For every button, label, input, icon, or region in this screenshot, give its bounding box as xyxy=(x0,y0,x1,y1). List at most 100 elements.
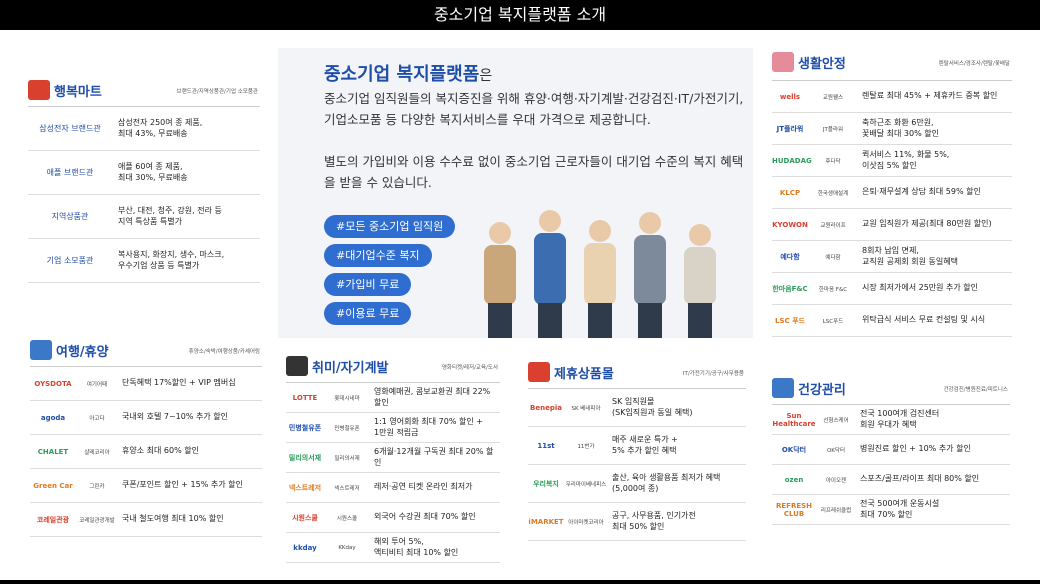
section-subtitle: 브랜드관/지역상품관/기업 소모품관 xyxy=(176,89,258,95)
brand-logo: LSC 푸드 xyxy=(775,316,805,325)
list-item: CHALET 샬레코리아 휴양소 최대 60% 할인 xyxy=(30,435,262,469)
benefit-description: SK 임직원몰 (SK임직원과 동일 혜택) xyxy=(612,396,693,417)
list-item: 한마음F&C 한마음 F&C 시장 최저가에서 25만원 추가 할인 xyxy=(772,273,1012,305)
brand-label: 기업 소모품관 xyxy=(46,256,94,265)
brand-logo: agoda xyxy=(40,413,66,422)
brand-logo: 11st xyxy=(537,441,555,450)
tag-all-employees: #모든 중소기업 임직원 xyxy=(324,215,456,238)
brand-logo: Benepia xyxy=(530,403,562,412)
benefit-description: 공구, 사무용품, 인기가전 최대 50% 할인 xyxy=(612,510,696,531)
brand-logo: wells xyxy=(779,92,801,101)
life-stability-section: 생활안정 렌탈서비스/경조사/렌탈/꽃배달 wells 교원웰스 렌탈료 최대 45… xyxy=(772,52,1012,337)
list-item: 11st 11번가 매주 새로운 특가 + 5% 추가 할인 혜택 xyxy=(528,427,746,465)
brand-description: 부산, 대전, 청주, 강원, 전라 등 지역 특상품 특별가 xyxy=(118,205,222,226)
list-item: 예다함 예다함 8회차 납입 면제, 교직원 공제회 회원 동일혜택 xyxy=(772,241,1012,273)
list-item: 넥스트레저 넥스트레저 레저·공연 티켓 온라인 최저가 xyxy=(286,473,500,503)
brand-logo: JT플라워 xyxy=(776,124,804,133)
benefit-description: 퀵서비스 11%, 화물 5%, 이삿짐 5% 할인 xyxy=(862,149,950,170)
benefit-description: 전국 100여개 검진센터 회원 우대가 혜택 xyxy=(860,408,940,429)
benefit-description: 쿠폰/포인트 할인 + 15% 추가 할인 xyxy=(122,480,243,490)
brand-name: 후다닥 xyxy=(825,158,841,165)
brand-name: 선형스케어 xyxy=(823,417,849,424)
list-item: 코레일관광 코레일관광개발 국내 철도여행 최대 10% 할인 xyxy=(30,503,262,537)
section-title: 행복마트 xyxy=(54,85,102,100)
benefit-description: 6개월·12개월 구독권 최대 20% 할인 xyxy=(374,446,494,467)
travel-icon xyxy=(30,340,52,360)
brand-logo: 한마음F&C xyxy=(772,284,808,293)
brand-name: OK닥터 xyxy=(826,447,846,454)
brand-name: 시원스쿨 xyxy=(336,515,358,522)
list-item: 지역상품관 부산, 대전, 청주, 강원, 전라 등 지역 특상품 특별가 xyxy=(28,195,260,239)
brand-name: LSC푸드 xyxy=(822,318,844,325)
list-item: kkday KKday 해외 투어 5%, 액티비티 최대 10% 할인 xyxy=(286,533,500,563)
benefit-description: 해외 투어 5%, 액티비티 최대 10% 할인 xyxy=(374,536,459,557)
shopping-icon xyxy=(528,362,550,382)
list-item: 밀리의서재 밀리의서재 6개월·12개월 구독권 최대 20% 할인 xyxy=(286,443,500,473)
benefit-description: 외국어 수강권 최대 70% 할인 xyxy=(374,512,476,522)
brand-logo: KLCP xyxy=(779,188,801,197)
section-subtitle: 휴양소/숙박/여행상품/카셰어링 xyxy=(188,349,260,355)
list-item: 삼성전자 브랜드관 삼성전자 250여 종 제품, 최대 43%, 무료배송 xyxy=(28,107,260,151)
list-item: KLCP 한국생애설계 은퇴·재무설계 상담 최대 59% 할인 xyxy=(772,177,1012,209)
benefit-description: 매주 새로운 특가 + 5% 추가 할인 혜택 xyxy=(612,434,678,455)
benefit-description: 렌탈료 최대 45% + 제휴카드 중복 할인 xyxy=(862,91,998,101)
page-title: 중소기업 복지플랫폼 소개 xyxy=(0,0,1040,30)
brand-logo: 예다함 xyxy=(780,252,800,261)
list-item: LOTTE 롯데시네마 영화예매권, 콤보교환권 최대 22% 할인 xyxy=(286,383,500,413)
brand-name: 교원라이프 xyxy=(820,222,846,229)
list-item: ozen 아이오젠 스포츠/골프/라이프 최대 80% 할인 xyxy=(772,465,1010,495)
hobby-section: 취미/자기계발 영화티켓/레저/교육/도서 LOTTE 롯데시네마 영화예매권, 콤… xyxy=(286,356,500,563)
brand-name: 예다함 xyxy=(825,254,841,261)
brand-description: 삼성전자 250여 종 제품, 최대 43%, 무료배송 xyxy=(118,117,203,138)
benefit-description: 전국 500여개 운동시설 최대 70% 할인 xyxy=(860,498,940,519)
brand-logo: 민병철유폰 xyxy=(288,423,322,432)
brand-name: 넥스트레저 xyxy=(334,485,360,492)
list-item: 민병철유폰 민병철유폰 1:1 영어회화 최대 70% 할인 + 1만원 적립금 xyxy=(286,413,500,443)
section-title: 건강관리 xyxy=(798,383,846,398)
benefit-description: 8회차 납입 면제, 교직원 공제회 회원 동일혜택 xyxy=(862,245,958,266)
list-item: 우리복지 우리마이베네피스 출산, 육아 생활용품 최저가 혜택 (5,000여 종… xyxy=(528,465,746,503)
brand-name: 코레일관광개발 xyxy=(79,517,115,524)
list-item: wells 교원웰스 렌탈료 최대 45% + 제휴카드 중복 할인 xyxy=(772,81,1012,113)
intro-paragraph-1: 중소기업 임직원들의 복지증진을 위해 휴양·여행·자기계발·건강검진·IT/가… xyxy=(324,91,744,127)
brand-logo: kkday xyxy=(293,543,317,552)
benefit-description: 레저·공연 티켓 온라인 최저가 xyxy=(374,482,473,492)
benefit-description: 은퇴·재무설계 상담 최대 59% 할인 xyxy=(862,187,981,197)
list-item: OYSDOTA 여기어때 단독혜택 17%할인 + VIP 멤버십 xyxy=(30,367,262,401)
brand-label: 지역상품관 xyxy=(51,212,89,221)
brand-logo: 넥스트레저 xyxy=(288,483,322,492)
list-item: REFRESH CLUB 리프레쉬클럽 전국 500여개 운동시설 최대 70% 할… xyxy=(772,495,1010,525)
brand-logo: 시원스쿨 xyxy=(292,513,318,522)
brand-name: 교원웰스 xyxy=(822,94,844,101)
brand-logo: 밀리의서재 xyxy=(288,453,322,462)
section-title: 생활안정 xyxy=(798,57,846,72)
benefit-description: 스포츠/골프/라이프 최대 80% 할인 xyxy=(860,474,980,484)
tag-free-signup: #가입비 무료 xyxy=(324,273,412,296)
brand-logo: Sun Healthcare xyxy=(772,411,816,428)
brand-name: 리프레쉬클럽 xyxy=(820,507,852,514)
benefit-description: 교원 임직원가 제공(최대 80만원 할인) xyxy=(862,219,992,229)
brand-name: 아고다 xyxy=(89,415,105,422)
benefit-description: 국내외 호텔 7~10% 추가 할인 xyxy=(122,412,228,422)
list-item: Green Car 그린카 쿠폰/포인트 할인 + 15% 추가 할인 xyxy=(30,469,262,503)
list-item: iMARKET 아이마켓코리아 공구, 사무용품, 인기가전 최대 50% 할인 xyxy=(528,503,746,541)
brand-name: 한마음 F&C xyxy=(818,286,848,293)
list-item: JT플라워 JT플라워 축하근조 화환 6만원, 꽃배달 최대 30% 할인 xyxy=(772,113,1012,145)
section-title: 여행/휴양 xyxy=(56,345,109,360)
brand-logo: OK닥터 xyxy=(781,445,807,454)
brand-label: 삼성전자 브랜드관 xyxy=(39,124,101,133)
health-section: 건강관리 건강검진/병원진료/피트니스 Sun Healthcare 선형스케어 전… xyxy=(772,378,1010,525)
brand-name: KKday xyxy=(338,544,356,551)
brand-logo: CHALET xyxy=(37,447,69,456)
brand-name: 민병철유폰 xyxy=(334,425,360,432)
benefit-description: 단독혜택 17%할인 + VIP 멤버십 xyxy=(122,378,236,388)
benefit-description: 축하근조 화환 6만원, 꽃배달 최대 30% 할인 xyxy=(862,117,939,138)
store-icon xyxy=(28,80,50,100)
intro-paragraph-2: 별도의 가입비와 이용 수수료 없이 중소기업 근로자들이 대기업 수준의 복지… xyxy=(324,154,744,190)
section-subtitle: IT/가전기기/공구/사무용품 xyxy=(682,371,744,377)
benefit-description: 위탁급식 서비스 무료 컨설팅 및 시식 xyxy=(862,315,986,325)
list-item: agoda 아고다 국내외 호텔 7~10% 추가 할인 xyxy=(30,401,262,435)
tag-free-usage: #이용료 무료 xyxy=(324,302,412,325)
list-item: Benepia SK 베네피아 SK 임직원몰 (SK임직원과 동일 혜택) xyxy=(528,389,746,427)
brand-description: 복사용지, 화장지, 생수, 마스크, 우수기업 상품 등 특별가 xyxy=(118,249,225,270)
